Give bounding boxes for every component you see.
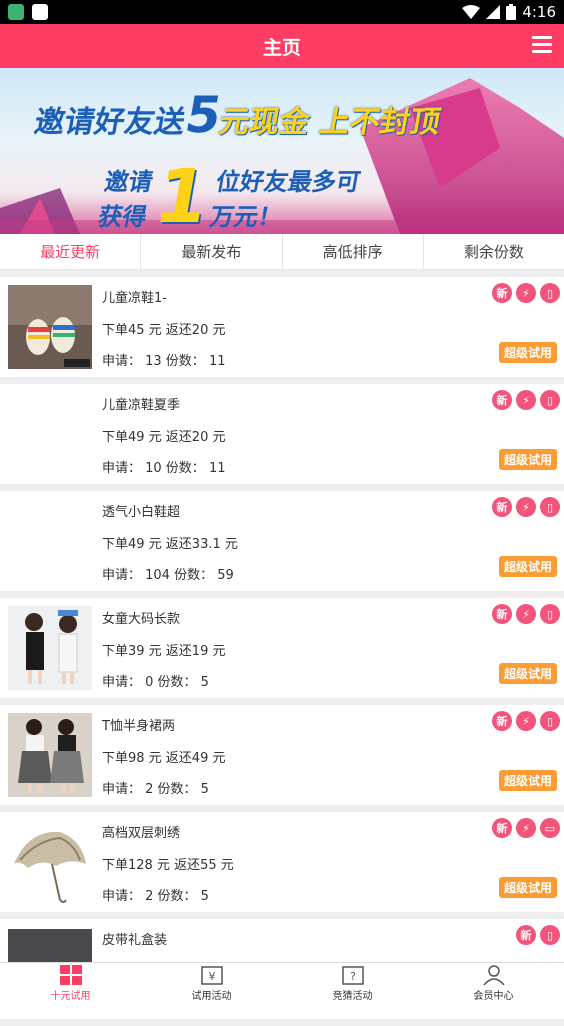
product-image-placeholder: [8, 499, 92, 583]
mobile-icon: ▯: [540, 604, 560, 624]
new-badge-icon: 新: [492, 818, 512, 838]
product-apply-count: 申请： 13 份数： 11: [102, 354, 226, 369]
nav-ten-yuan-trial[interactable]: 十元试用: [0, 963, 141, 1004]
nav-label: 试用活动: [191, 991, 232, 1002]
lightning-icon: ⚡: [516, 497, 536, 517]
list-item[interactable]: T恤半身裙两 下单98 元 返还49 元 申请： 2 份数： 5 新 ⚡ ▯ 超…: [0, 705, 564, 805]
mobile-icon: ▯: [540, 497, 560, 517]
product-title: 皮带礼盒装: [102, 933, 168, 948]
nav-label: 十元试用: [50, 991, 91, 1002]
battery-icon: [506, 4, 517, 20]
promo-banner[interactable]: 邀请好友送5元现金 上不封顶 邀请 获得 1 位好友最多可 万元！: [0, 68, 564, 234]
product-apply-count: 申请： 2 份数： 5: [102, 889, 209, 904]
status-bar: 4:16: [0, 0, 564, 24]
page-title: 主页: [262, 36, 301, 59]
product-price: 下单49 元 返还33.1 元: [102, 537, 238, 552]
notification-app-icon: [8, 4, 24, 20]
product-apply-count: 申请： 0 份数： 5: [102, 675, 209, 690]
signal-icon: [486, 5, 501, 19]
super-trial-tag[interactable]: 超级试用: [498, 877, 557, 898]
super-trial-tag[interactable]: 超级试用: [498, 342, 557, 363]
tab-price-sort[interactable]: 高低排序: [283, 234, 424, 269]
mobile-icon: ▯: [540, 390, 560, 410]
nav-trial-activity[interactable]: ¥ 试用活动: [141, 963, 282, 1004]
new-badge-icon: 新: [492, 497, 512, 517]
product-title: 高档双层刺绣: [102, 826, 181, 841]
lightning-icon: ⚡: [516, 283, 536, 303]
lightning-icon: ⚡: [516, 390, 536, 410]
lightning-icon: ⚡: [516, 818, 536, 838]
notification-a-icon: [32, 4, 48, 20]
product-title: 儿童凉鞋夏季: [102, 398, 181, 413]
svg-text:¥: ¥: [208, 970, 215, 983]
tab-newest[interactable]: 最新发布: [141, 234, 283, 269]
list-item[interactable]: 女童大码长款 下单39 元 返还19 元 申请： 0 份数： 5 新 ⚡ ▯ 超…: [0, 598, 564, 698]
app-bar: 主页: [0, 24, 564, 68]
product-image-tshirt-skirt: [8, 713, 92, 797]
product-image-girls-dress: [8, 606, 92, 690]
product-price: 下单98 元 返还49 元: [102, 751, 226, 766]
product-apply-count: 申请： 2 份数： 5: [102, 782, 209, 797]
super-trial-tag[interactable]: 超级试用: [498, 770, 557, 791]
product-image-placeholder: [8, 392, 92, 476]
product-apply-count: 申请： 104 份数： 59: [102, 568, 234, 583]
filter-tabs: 最近更新 最新发布 高低排序 剩余份数: [0, 234, 564, 270]
product-price: 下单39 元 返还19 元: [102, 644, 226, 659]
mobile-icon: ▯: [540, 711, 560, 731]
svg-text:?: ?: [350, 970, 356, 983]
new-badge-icon: 新: [492, 390, 512, 410]
menu-icon[interactable]: [532, 36, 552, 54]
list-item[interactable]: 高档双层刺绣 下单128 元 返还55 元 申请： 2 份数： 5 新 ⚡ ▭ …: [0, 812, 564, 912]
banner-subline: 邀请 获得 1 位好友最多可 万元！: [96, 154, 363, 234]
tab-remaining[interactable]: 剩余份数: [424, 234, 564, 269]
bottom-nav: 十元试用 ¥ 试用活动 ? 竞猜活动 会员中心: [0, 962, 564, 1004]
nav-member-center[interactable]: 会员中心: [423, 963, 564, 1004]
desktop-icon: ▭: [540, 818, 560, 838]
wifi-icon: [462, 5, 481, 19]
list-item[interactable]: 儿童凉鞋1- 下单45 元 返还20 元 申请： 13 份数： 11 新 ⚡ ▯…: [0, 277, 564, 377]
product-title: T恤半身裙两: [102, 719, 175, 734]
new-badge-icon: 新: [516, 925, 536, 945]
new-badge-icon: 新: [492, 283, 512, 303]
mobile-icon: ▯: [540, 925, 560, 945]
list-item[interactable]: 透气小白鞋超 下单49 元 返还33.1 元 申请： 104 份数： 59 新 …: [0, 491, 564, 591]
user-icon: [482, 965, 505, 985]
super-trial-tag[interactable]: 超级试用: [498, 449, 557, 470]
new-badge-icon: 新: [492, 711, 512, 731]
grid-icon: [59, 965, 82, 985]
lightning-icon: ⚡: [516, 604, 536, 624]
banner-headline: 邀请好友送5元现金 上不封顶: [31, 86, 444, 144]
new-badge-icon: 新: [492, 604, 512, 624]
tab-recent-update[interactable]: 最近更新: [0, 234, 142, 269]
product-title: 透气小白鞋超: [102, 505, 181, 520]
product-price: 下单45 元 返还20 元: [102, 323, 226, 338]
super-trial-tag[interactable]: 超级试用: [498, 663, 557, 684]
question-icon: ?: [341, 966, 364, 985]
product-title: 儿童凉鞋1-: [102, 291, 167, 306]
nav-label: 竞猜活动: [332, 991, 373, 1002]
mobile-icon: ▯: [540, 283, 560, 303]
nav-label: 会员中心: [473, 991, 514, 1002]
list-item[interactable]: 儿童凉鞋夏季 下单49 元 返还20 元 申请： 10 份数： 11 新 ⚡ ▯…: [0, 384, 564, 484]
lightning-icon: ⚡: [516, 711, 536, 731]
product-image-umbrella: [8, 820, 92, 904]
product-title: 女童大码长款: [102, 612, 181, 627]
product-price: 下单128 元 返还55 元: [102, 858, 234, 873]
product-apply-count: 申请： 10 份数： 11: [102, 461, 226, 476]
product-image-sandals: [8, 285, 92, 369]
product-price: 下单49 元 返还20 元: [102, 430, 226, 445]
yen-icon: ¥: [200, 966, 223, 985]
product-list: 儿童凉鞋1- 下单45 元 返还20 元 申请： 13 份数： 11 新 ⚡ ▯…: [0, 277, 564, 1026]
status-time: 4:16: [522, 3, 556, 21]
super-trial-tag[interactable]: 超级试用: [498, 556, 557, 577]
nav-guess-activity[interactable]: ? 竞猜活动: [282, 963, 423, 1004]
